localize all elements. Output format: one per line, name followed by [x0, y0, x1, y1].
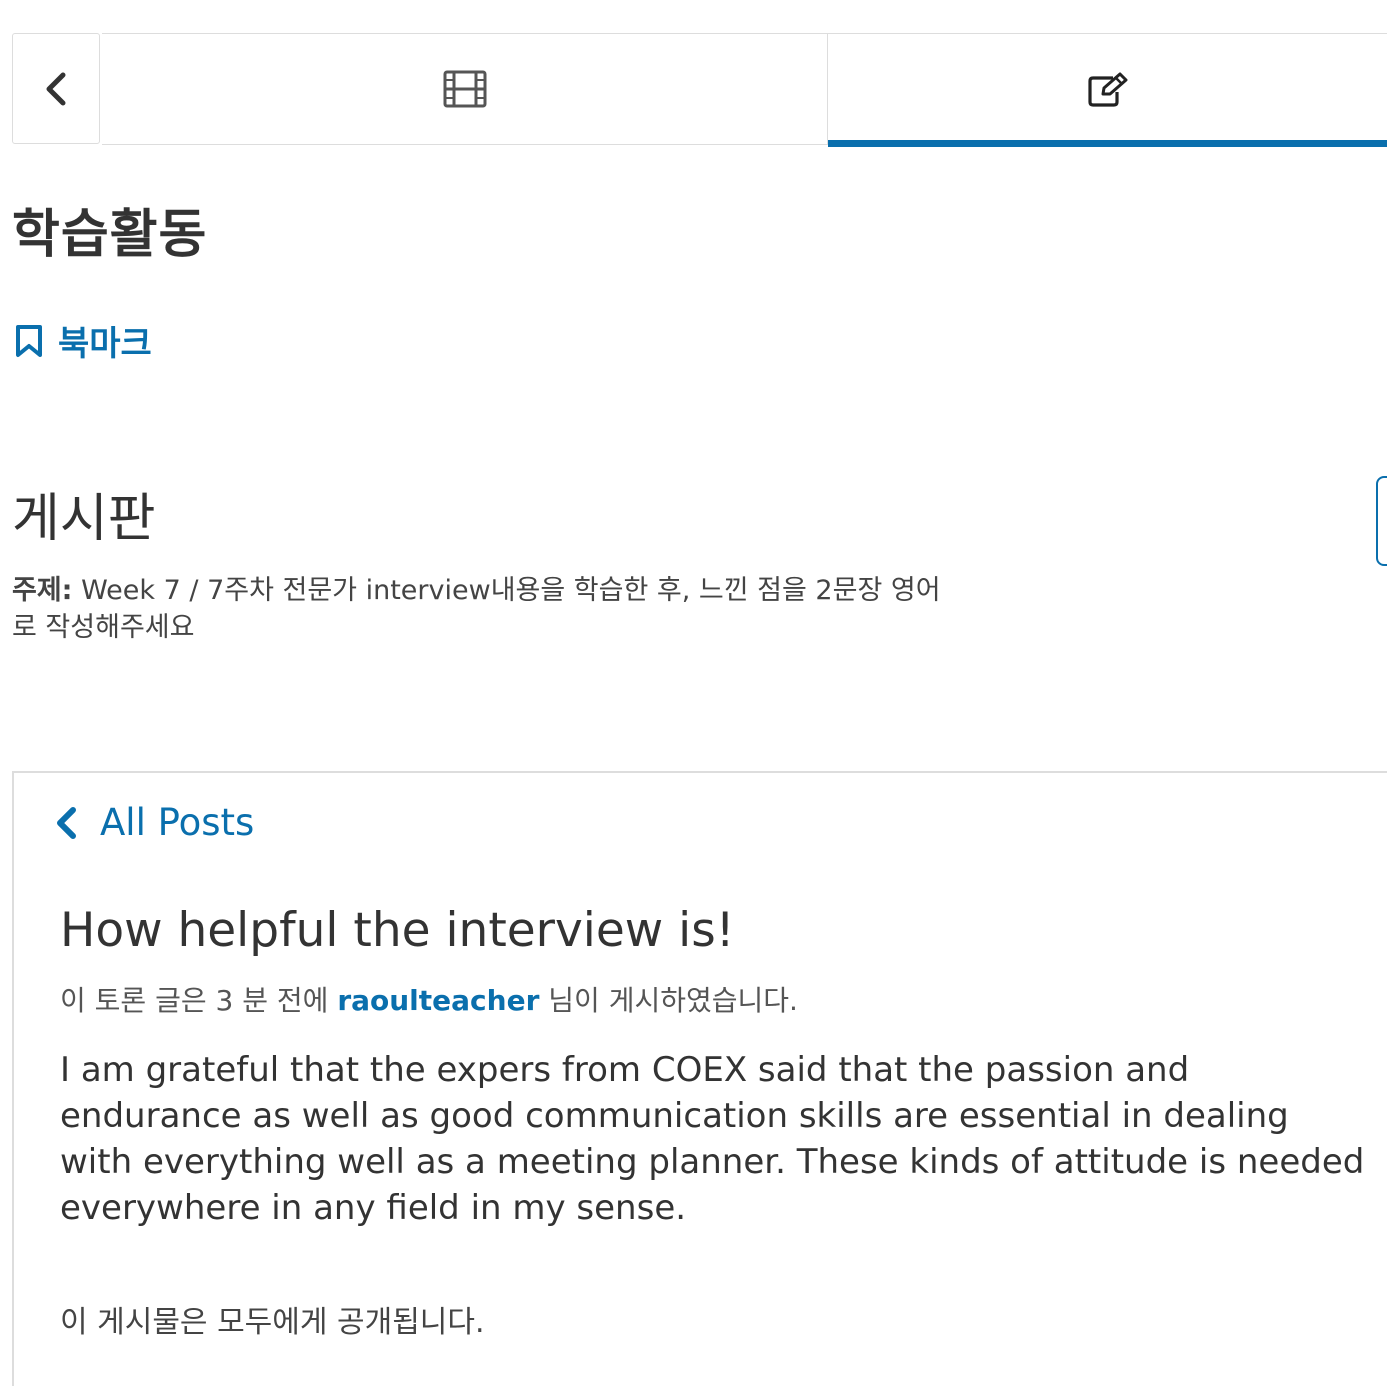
post-meta: 이 토론 글은 3 분 전에 raoulteacher 님이 게시하였습니다. — [60, 979, 798, 1019]
side-toggle-button[interactable] — [1376, 476, 1387, 566]
chevron-left-icon — [43, 71, 69, 107]
author-link[interactable]: raoulteacher — [337, 984, 539, 1017]
visibility-note: 이 게시물은 모두에게 공개됩니다. — [60, 1305, 485, 1340]
edit-icon — [1087, 72, 1129, 108]
chevron-left-icon — [54, 805, 78, 841]
unit-title: 학습활동 — [12, 205, 208, 265]
film-icon — [443, 70, 487, 108]
post-title: How helpful the interview is! — [60, 903, 735, 958]
discussion-topic: 주제: Week 7 / 7주차 전문가 interview내용을 학습한 후,… — [12, 572, 962, 646]
post-meta-suffix: 님이 게시하였습니다. — [539, 984, 798, 1017]
courseware-page: 학습활동 북마크 게시판 주제: Week 7 / 7주차 전문가 interv… — [0, 0, 1387, 1386]
all-posts-link[interactable]: All Posts — [54, 801, 254, 844]
all-posts-label: All Posts — [100, 801, 255, 844]
bookmark-icon — [14, 324, 44, 358]
tab-discussion[interactable] — [828, 34, 1387, 147]
post-meta-prefix: 이 토론 글은 3 분 전에 — [60, 984, 338, 1017]
topic-text: Week 7 / 7주차 전문가 interview내용을 학습한 후, 느낀 … — [12, 575, 941, 643]
sequence-nav — [102, 33, 1387, 147]
post-body: I am grateful that the expers from COEX … — [60, 1050, 1365, 1228]
back-button[interactable] — [12, 33, 100, 144]
thread-card: All Posts How helpful the interview is! … — [12, 771, 1387, 1386]
tab-video[interactable] — [102, 34, 828, 145]
bookmark-label: 북마크 — [58, 324, 152, 364]
board-title: 게시판 — [12, 489, 156, 549]
topic-label: 주제: — [12, 575, 73, 606]
bookmark-button[interactable]: 북마크 — [14, 316, 152, 365]
